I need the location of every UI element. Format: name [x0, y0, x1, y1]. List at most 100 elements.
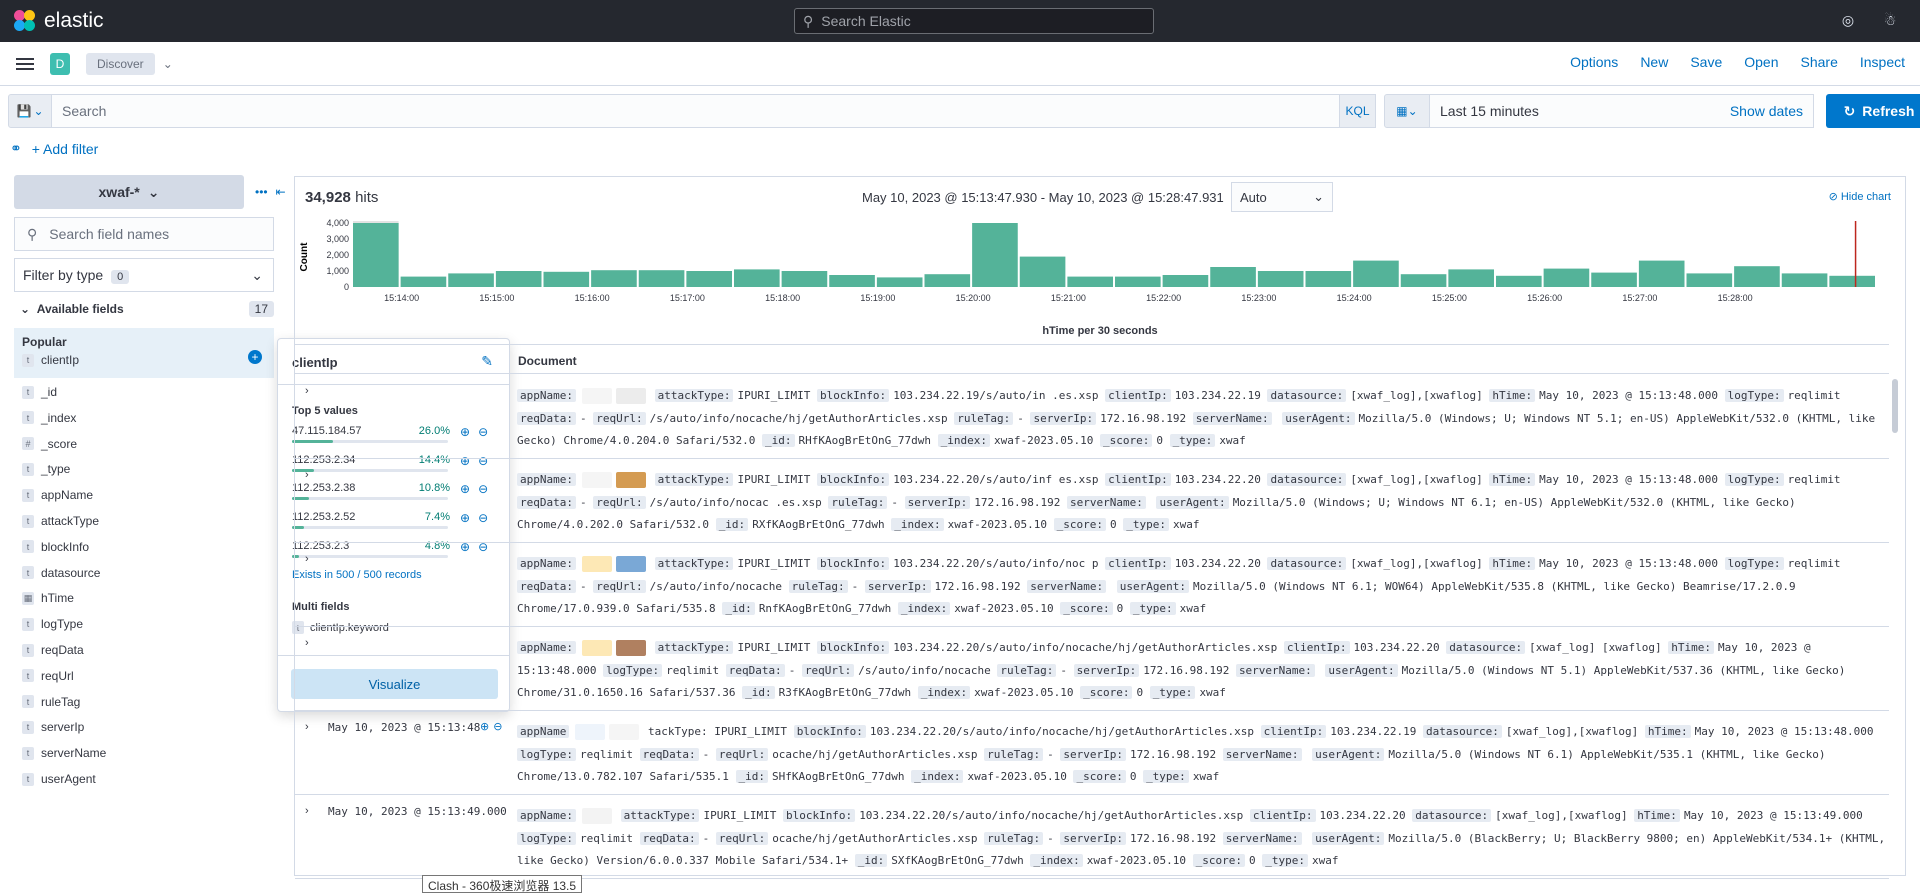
field-item-blockInfo[interactable]: t blockInfo: [22, 540, 89, 554]
index-pattern-selector[interactable]: xwaf-* ⌄: [14, 175, 244, 209]
histogram-bar[interactable]: [1686, 273, 1733, 287]
hide-chart-button[interactable]: ⊘ Hide chart: [1829, 190, 1891, 203]
histogram-bar[interactable]: [543, 271, 590, 287]
available-fields-header[interactable]: ⌄ Available fields 17: [20, 301, 274, 317]
expand-row-icon[interactable]: ›: [305, 469, 309, 481]
menu-open-link[interactable]: Open: [1744, 54, 1778, 70]
histogram-bar[interactable]: [924, 274, 971, 287]
histogram-bar[interactable]: [495, 271, 542, 287]
field-item-score[interactable]: # _score: [22, 437, 77, 451]
menu-options-link[interactable]: Options: [1570, 54, 1618, 70]
space-avatar[interactable]: D: [50, 52, 70, 75]
field-item-serverIp[interactable]: t serverIp: [22, 720, 84, 734]
filter-by-type-button[interactable]: Filter by type 0 ⌄: [14, 258, 274, 292]
filter-for-value-icon[interactable]: ⊕: [480, 720, 489, 733]
saved-query-button[interactable]: 💾 ⌄: [8, 94, 52, 128]
y-tick-label: 4,000: [326, 218, 349, 228]
field-key: userAgent:: [1312, 831, 1385, 845]
field-item-userAgent[interactable]: t userAgent: [22, 772, 96, 786]
help-icon[interactable]: ◎: [1838, 10, 1858, 30]
histogram-bar[interactable]: [400, 276, 447, 287]
document-source: appName: attackType: IPURI_LIMIT blockInf…: [517, 637, 1887, 705]
histogram-bar[interactable]: [1448, 269, 1494, 287]
histogram-bar[interactable]: [591, 270, 637, 287]
show-dates-link[interactable]: Show dates: [1730, 103, 1803, 119]
histogram-bar[interactable]: [1400, 274, 1447, 287]
breadcrumb[interactable]: Discover: [86, 52, 155, 75]
field-item-ruleTag[interactable]: t ruleTag: [22, 695, 80, 709]
user-icon[interactable]: ☃: [1880, 10, 1900, 30]
field-item-datasource[interactable]: t datasource: [22, 566, 100, 580]
field-value: -: [1047, 747, 1054, 761]
histogram-bar[interactable]: [829, 275, 875, 287]
menu-share-link[interactable]: Share: [1801, 54, 1838, 70]
field-item-reqUrl[interactable]: t reqUrl: [22, 669, 74, 683]
field-item-reqData[interactable]: t reqData: [22, 643, 84, 657]
menu-save-link[interactable]: Save: [1690, 54, 1722, 70]
more-options-icon[interactable]: •••: [255, 185, 268, 199]
string-type-icon: t: [22, 695, 34, 709]
histogram-bar[interactable]: [1496, 275, 1542, 287]
histogram-bar[interactable]: [1019, 256, 1066, 287]
histogram-bar[interactable]: [781, 271, 828, 287]
filter-out-value-icon[interactable]: ⊖: [493, 720, 502, 733]
menu-toggle-icon[interactable]: [16, 57, 34, 70]
histogram-bar[interactable]: [972, 223, 1018, 287]
histogram-bar[interactable]: [876, 277, 923, 287]
query-input[interactable]: Search: [52, 94, 1340, 128]
results-scrollbar[interactable]: [1889, 375, 1903, 875]
collapse-sidebar-icon[interactable]: ⇤: [276, 185, 286, 199]
histogram-bar[interactable]: [1210, 267, 1256, 287]
date-range-display[interactable]: Last 15 minutes Show dates: [1430, 94, 1814, 128]
field-item-type[interactable]: t _type: [22, 462, 70, 476]
histogram-bar[interactable]: [448, 273, 494, 287]
menu-inspect-link[interactable]: Inspect: [1860, 54, 1905, 70]
field-item-serverName[interactable]: t serverName: [22, 746, 106, 760]
elastic-logo[interactable]: elastic: [14, 9, 104, 33]
histogram-bar[interactable]: [1543, 268, 1590, 287]
expand-row-icon[interactable]: ›: [305, 721, 309, 733]
field-item-id[interactable]: t _id: [22, 385, 57, 399]
add-field-icon[interactable]: +: [248, 350, 262, 364]
field-item-attackType[interactable]: t attackType: [22, 514, 99, 528]
histogram-bar[interactable]: [353, 223, 399, 287]
quick-date-button[interactable]: ▦ ⌄: [1384, 94, 1430, 128]
refresh-button[interactable]: ↻ Refresh: [1826, 94, 1920, 128]
field-value: SXfKAogBrEtOnG_77dwh: [891, 854, 1024, 867]
histogram-bar[interactable]: [638, 270, 685, 287]
histogram-bar[interactable]: [734, 269, 780, 287]
field-key: attackType:: [620, 809, 700, 822]
expand-row-icon[interactable]: ›: [305, 805, 309, 817]
expand-row-icon[interactable]: ›: [305, 637, 309, 649]
histogram-bar[interactable]: [1781, 273, 1828, 287]
scrollbar-thumb[interactable]: [1892, 379, 1898, 433]
add-filter-link[interactable]: + Add filter: [32, 141, 99, 157]
histogram-bar[interactable]: [1067, 276, 1113, 287]
histogram-bar[interactable]: [1257, 271, 1304, 287]
histogram-bar[interactable]: [686, 271, 732, 287]
expand-row-icon[interactable]: ›: [305, 385, 309, 397]
field-key: reqData:: [517, 411, 576, 425]
menu-new-link[interactable]: New: [1640, 54, 1668, 70]
histogram-bar[interactable]: [1734, 266, 1780, 287]
expand-row-icon[interactable]: ›: [305, 553, 309, 565]
histogram-bar[interactable]: [1162, 275, 1209, 287]
histogram-bar[interactable]: [1591, 272, 1637, 287]
histogram-bar[interactable]: [1305, 271, 1352, 287]
histogram-bar[interactable]: [1829, 275, 1875, 287]
field-value: IPURI_LIMIT: [737, 641, 811, 654]
field-item-appName[interactable]: t appName: [22, 488, 93, 502]
filter-options-icon[interactable]: ⚭: [10, 140, 22, 157]
query-language-button[interactable]: KQL: [1340, 94, 1376, 128]
histogram-bar[interactable]: [1115, 276, 1161, 287]
field-value: -: [1017, 411, 1024, 425]
field-item-index[interactable]: t _index: [22, 411, 76, 425]
histogram-bar[interactable]: [1353, 260, 1399, 287]
field-search-input[interactable]: ⚲ Search field names: [14, 217, 274, 251]
global-search-input[interactable]: ⚲ Search Elastic: [794, 8, 1154, 34]
field-item-clientIp[interactable]: t clientIp: [22, 353, 79, 367]
field-item-hTime[interactable]: ▦ hTime: [22, 591, 74, 605]
field-item-logType[interactable]: t logType: [22, 617, 83, 631]
chevron-down-icon[interactable]: ⌄: [163, 57, 173, 71]
histogram-bar[interactable]: [1638, 260, 1685, 287]
